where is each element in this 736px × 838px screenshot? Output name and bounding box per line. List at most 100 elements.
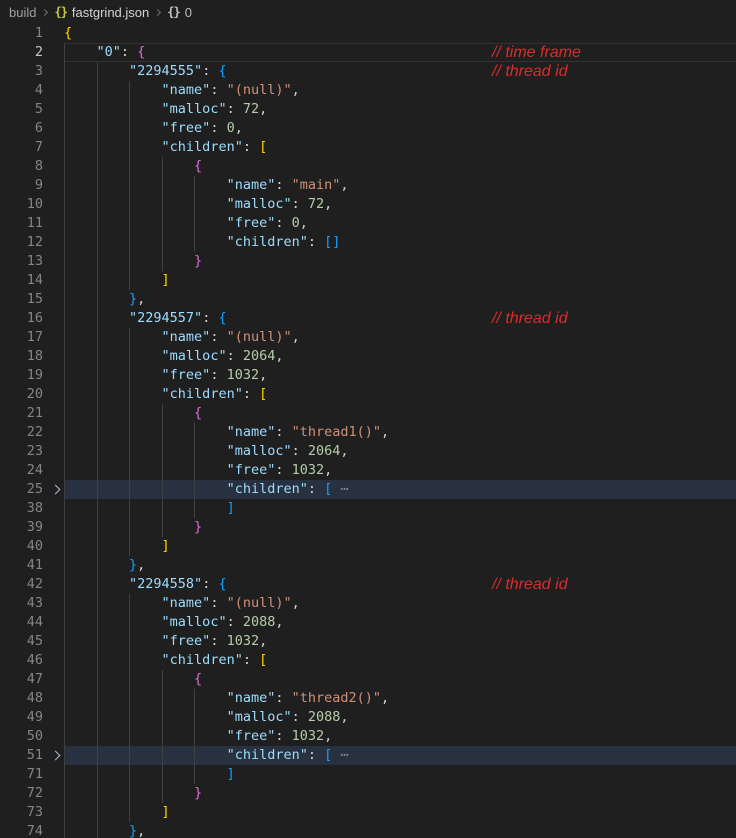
line-number[interactable]: 39 bbox=[0, 518, 43, 537]
line-number[interactable]: 13 bbox=[0, 252, 43, 271]
line-number[interactable]: 11 bbox=[0, 214, 43, 233]
line-number[interactable]: 10 bbox=[0, 195, 43, 214]
code-line[interactable]: "children": [] bbox=[64, 233, 736, 252]
line-number[interactable]: 48 bbox=[0, 689, 43, 708]
line-number[interactable]: 14 bbox=[0, 271, 43, 290]
line-number[interactable]: 6 bbox=[0, 119, 43, 138]
code-line[interactable]: "name": "(null)", bbox=[64, 594, 736, 613]
line-number[interactable]: 20 bbox=[0, 385, 43, 404]
line-number[interactable]: 72 bbox=[0, 784, 43, 803]
line-number[interactable]: 73 bbox=[0, 803, 43, 822]
indent-guide bbox=[194, 708, 195, 727]
code-line[interactable]: ] bbox=[64, 499, 736, 518]
breadcrumb-item-symbol[interactable]: 0 bbox=[185, 5, 192, 20]
line-number[interactable]: 38 bbox=[0, 499, 43, 518]
code-line[interactable]: "children": [ ⋯ bbox=[64, 480, 736, 499]
code-line[interactable]: ] bbox=[64, 271, 736, 290]
code-line[interactable]: } bbox=[64, 252, 736, 271]
line-number[interactable]: 3 bbox=[0, 62, 43, 81]
line-number[interactable]: 44 bbox=[0, 613, 43, 632]
code-line[interactable]: "2294555": {// thread id bbox=[64, 62, 736, 81]
code-line[interactable]: "name": "(null)", bbox=[64, 81, 736, 100]
line-number[interactable]: 1 bbox=[0, 24, 43, 43]
code-line[interactable]: }, bbox=[64, 822, 736, 838]
code-line[interactable]: "free": 1032, bbox=[64, 366, 736, 385]
line-number[interactable]: 45 bbox=[0, 632, 43, 651]
code-line[interactable]: "0": {// time frame bbox=[64, 43, 736, 62]
code-line[interactable]: } bbox=[64, 518, 736, 537]
code-line[interactable]: ] bbox=[64, 803, 736, 822]
line-number[interactable]: 9 bbox=[0, 176, 43, 195]
code-line[interactable]: "malloc": 2088, bbox=[64, 708, 736, 727]
code-text: "children": [ ⋯ bbox=[64, 747, 349, 763]
line-number[interactable]: 22 bbox=[0, 423, 43, 442]
code-line[interactable]: "free": 0, bbox=[64, 119, 736, 138]
code-line[interactable]: { bbox=[64, 157, 736, 176]
line-number[interactable]: 51 bbox=[0, 746, 43, 765]
code-line[interactable]: "name": "(null)", bbox=[64, 328, 736, 347]
code-line[interactable]: }, bbox=[64, 556, 736, 575]
code-line[interactable]: { bbox=[64, 24, 736, 43]
line-number[interactable]: 12 bbox=[0, 233, 43, 252]
annotation-thread-id: // thread id bbox=[492, 576, 568, 593]
line-number[interactable]: 18 bbox=[0, 347, 43, 366]
line-number[interactable]: 25 bbox=[0, 480, 43, 499]
indent-guide bbox=[64, 461, 65, 480]
line-number[interactable]: 17 bbox=[0, 328, 43, 347]
line-number[interactable]: 24 bbox=[0, 461, 43, 480]
line-number[interactable]: 23 bbox=[0, 442, 43, 461]
line-number[interactable]: 41 bbox=[0, 556, 43, 575]
token-pun: : bbox=[210, 82, 227, 98]
code-line[interactable]: ] bbox=[64, 765, 736, 784]
line-number[interactable]: 43 bbox=[0, 594, 43, 613]
code-line[interactable]: "name": "thread1()", bbox=[64, 423, 736, 442]
line-number[interactable]: 46 bbox=[0, 651, 43, 670]
line-number[interactable]: 40 bbox=[0, 537, 43, 556]
breadcrumb-item-file[interactable]: fastgrind.json bbox=[72, 5, 149, 20]
code-line[interactable]: }, bbox=[64, 290, 736, 309]
code-line[interactable]: "malloc": 72, bbox=[64, 100, 736, 119]
line-number[interactable]: 19 bbox=[0, 366, 43, 385]
indent-guide bbox=[129, 803, 130, 822]
code-line[interactable]: } bbox=[64, 784, 736, 803]
line-number[interactable]: 15 bbox=[0, 290, 43, 309]
line-number[interactable]: 50 bbox=[0, 727, 43, 746]
code-line[interactable]: ] bbox=[64, 537, 736, 556]
line-number[interactable]: 2 bbox=[0, 43, 43, 62]
code-line[interactable]: { bbox=[64, 670, 736, 689]
line-number[interactable]: 49 bbox=[0, 708, 43, 727]
fold-chevron-icon[interactable] bbox=[51, 484, 62, 495]
token-b3: ] bbox=[226, 766, 235, 782]
code-line[interactable]: "free": 1032, bbox=[64, 632, 736, 651]
line-number[interactable]: 71 bbox=[0, 765, 43, 784]
code-line[interactable]: "malloc": 2064, bbox=[64, 442, 736, 461]
gutter: 40 bbox=[0, 537, 64, 556]
code-line[interactable]: "children": [ ⋯ bbox=[64, 746, 736, 765]
code-line[interactable]: "children": [ bbox=[64, 651, 736, 670]
line-number[interactable]: 4 bbox=[0, 81, 43, 100]
code-line[interactable]: "name": "thread2()", bbox=[64, 689, 736, 708]
fold-chevron-icon[interactable] bbox=[51, 750, 62, 761]
line-number[interactable]: 42 bbox=[0, 575, 43, 594]
line-number[interactable]: 7 bbox=[0, 138, 43, 157]
line-number[interactable]: 8 bbox=[0, 157, 43, 176]
code-line[interactable]: "free": 1032, bbox=[64, 727, 736, 746]
code-line[interactable]: "malloc": 2088, bbox=[64, 613, 736, 632]
line-number[interactable]: 74 bbox=[0, 822, 43, 838]
code-line[interactable]: "children": [ bbox=[64, 385, 736, 404]
line-number[interactable]: 16 bbox=[0, 309, 43, 328]
code-line[interactable]: "malloc": 2064, bbox=[64, 347, 736, 366]
code-line[interactable]: "2294558": {// thread id bbox=[64, 575, 736, 594]
code-line[interactable]: "name": "main", bbox=[64, 176, 736, 195]
line-number[interactable]: 21 bbox=[0, 404, 43, 423]
code-line[interactable]: "children": [ bbox=[64, 138, 736, 157]
line-number[interactable]: 47 bbox=[0, 670, 43, 689]
breadcrumb-item-build[interactable]: build bbox=[9, 5, 36, 20]
gutter: 42 bbox=[0, 575, 64, 594]
code-line[interactable]: "free": 0, bbox=[64, 214, 736, 233]
code-line[interactable]: "2294557": {// thread id bbox=[64, 309, 736, 328]
code-line[interactable]: { bbox=[64, 404, 736, 423]
code-line[interactable]: "malloc": 72, bbox=[64, 195, 736, 214]
line-number[interactable]: 5 bbox=[0, 100, 43, 119]
code-line[interactable]: "free": 1032, bbox=[64, 461, 736, 480]
